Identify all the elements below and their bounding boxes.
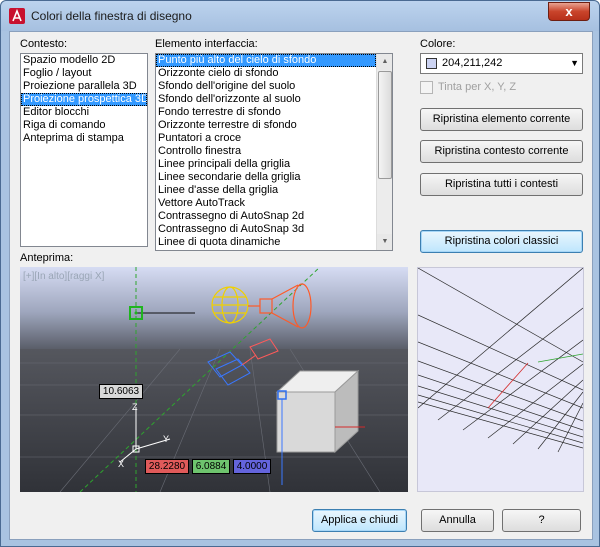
scroll-thumb[interactable] [378, 71, 392, 179]
interface-list-item[interactable]: Sfondo dell'origine del suolo [156, 80, 376, 93]
close-button[interactable]: x [548, 2, 590, 21]
preview-main-viewport: [+][In alto][raggi X] 10.6063 Z Y X 28.2… [20, 267, 408, 492]
window-title: Colori della finestra di disegno [31, 9, 192, 23]
dropdown-arrow-icon[interactable]: ▼ [570, 58, 579, 68]
cube-front-face [276, 391, 336, 453]
context-list-item[interactable]: Proiezione parallela 3D [21, 80, 147, 93]
interface-list-item[interactable]: Controllo finestra [156, 145, 376, 158]
restore-classic-colors-button[interactable]: Ripristina colori classici [420, 230, 583, 253]
context-list-item[interactable]: Anteprima di stampa [21, 132, 147, 145]
help-button[interactable]: ? [502, 509, 581, 532]
interface-list-item[interactable]: Sfondo dell'orizzonte al suolo [156, 93, 376, 106]
color-value: 204,211,242 [442, 57, 503, 69]
axis-x-label: X [118, 459, 125, 469]
context-list-item[interactable]: Riga di comando [21, 119, 147, 132]
interface-list-item[interactable]: Fondo terrestre di sfondo [156, 106, 376, 119]
restore-current-element-button[interactable]: Ripristina elemento corrente [420, 108, 583, 131]
interface-list-item[interactable]: Linee d'asse della griglia [156, 184, 376, 197]
interface-list-item[interactable]: Puntatori a croce [156, 132, 376, 145]
color-label: Colore: [420, 38, 456, 50]
interface-list-item[interactable]: Orizzonte cielo di sfondo [156, 67, 376, 80]
cancel-button[interactable]: Annulla [421, 509, 494, 532]
restore-all-contexts-button[interactable]: Ripristina tutti i contesti [420, 173, 583, 196]
dialog-window: Colori della finestra di disegno x Conte… [0, 0, 600, 547]
axis-y-label: Y [163, 434, 170, 444]
color-dropdown[interactable]: 204,211,242 ▼ [420, 53, 583, 74]
interface-list-item[interactable]: Punto più alto del cielo di sfondo [156, 54, 376, 67]
scroll-up-icon[interactable]: ▲ [377, 54, 392, 70]
interface-list-item[interactable]: Linee di quota dinamiche [156, 236, 376, 249]
context-list-item[interactable]: Foglio / layout [21, 67, 147, 80]
interface-list-item[interactable]: Contrassegno di AutoSnap 2d [156, 210, 376, 223]
autocad-app-icon [9, 8, 25, 24]
coord-y-box: 6.0884 [192, 459, 230, 474]
context-list-item[interactable]: Proiezione prospettica 3D [21, 93, 147, 106]
interface-list-item[interactable]: Orizzonte terrestre di sfondo [156, 119, 376, 132]
axis-z-label: Z [132, 402, 138, 412]
title-bar[interactable]: Colori della finestra di disegno x [1, 1, 599, 31]
context-label: Contesto: [20, 38, 68, 50]
interface-list-scrollbar[interactable]: ▲ ▼ [376, 54, 392, 250]
context-list-item[interactable]: Spazio modello 2D [21, 54, 147, 67]
viewport-view-label[interactable]: [+][In alto][raggi X] [23, 271, 104, 282]
interface-list-item[interactable]: Linee principali della griglia [156, 158, 376, 171]
coord-x-box: 28.2280 [145, 459, 189, 474]
apply-and-close-button[interactable]: Applica e chiudi [312, 509, 407, 532]
tint-xyz-checkbox[interactable] [420, 81, 433, 94]
context-list-item[interactable]: Editor blocchi [21, 106, 147, 119]
restore-current-context-button[interactable]: Ripristina contesto corrente [420, 140, 583, 163]
perspective-grid [418, 268, 583, 453]
interface-list-item[interactable]: Contrassegno di AutoSnap 3d [156, 223, 376, 236]
interface-element-label: Elemento interfaccia: [155, 38, 258, 50]
preview-label: Anteprima: [20, 252, 74, 264]
coord-z-box: 4.0000 [233, 459, 271, 474]
dialog-body: Contesto: Spazio modello 2D Foglio / layo… [9, 31, 593, 540]
interface-list-item[interactable]: Linee secondarie della griglia [156, 171, 376, 184]
preview-side-viewport [417, 267, 584, 492]
interface-element-listbox[interactable]: Punto più alto del cielo di sfondo Orizzo… [155, 53, 393, 251]
dimension-input-box: 10.6063 [99, 384, 143, 399]
context-listbox[interactable]: Spazio modello 2D Foglio / layout Proiezio… [20, 53, 148, 247]
tint-xyz-label: Tinta per X, Y, Z [438, 81, 517, 93]
interface-list-item[interactable]: Vettore AutoTrack [156, 197, 376, 210]
close-icon: x [565, 4, 573, 19]
scroll-down-icon[interactable]: ▼ [377, 234, 392, 250]
color-swatch [426, 58, 437, 69]
